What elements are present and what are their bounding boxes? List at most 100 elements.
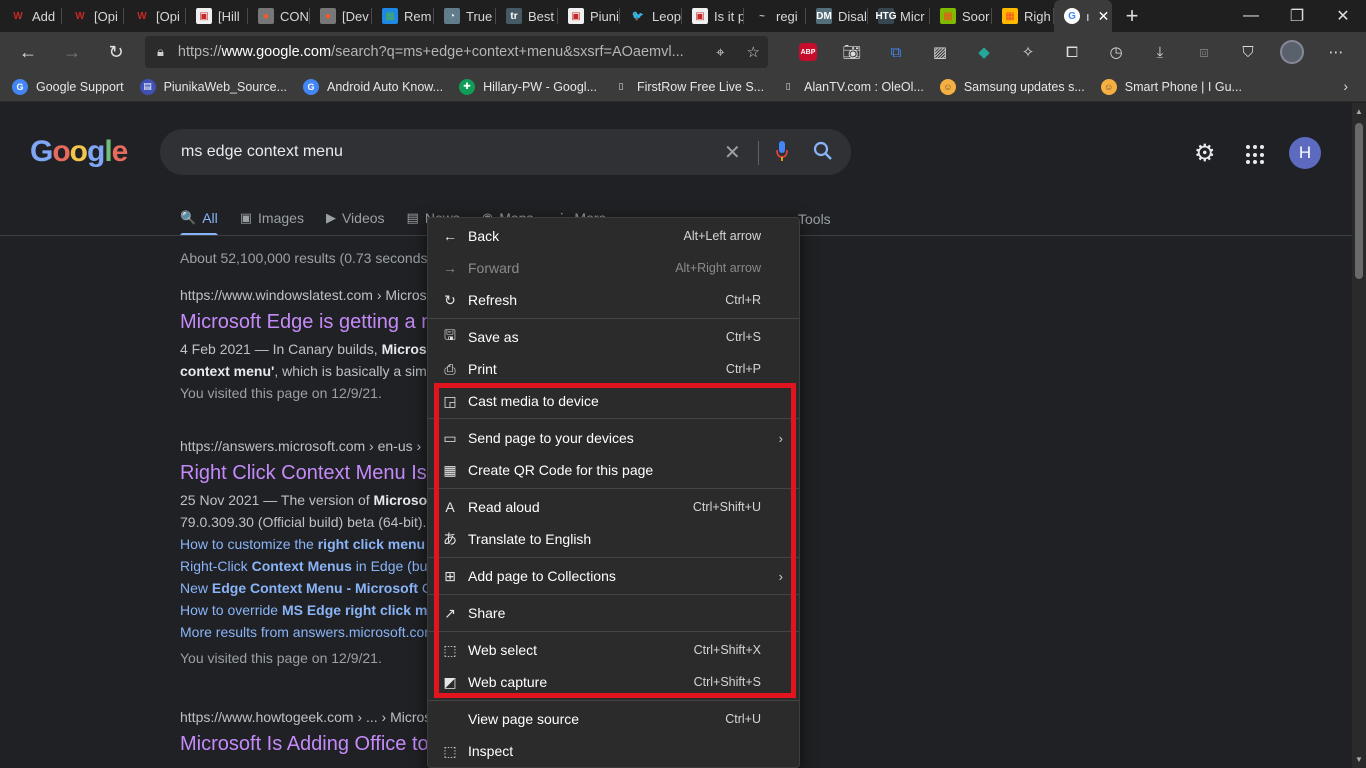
settings-gear-icon[interactable]: ⚙ xyxy=(1194,139,1216,168)
tab[interactable]: ▣ [Hill xyxy=(186,0,248,32)
clear-search-icon[interactable]: ✕ xyxy=(724,140,741,165)
add-favorite-icon[interactable]: ☆ xyxy=(747,43,760,61)
translate-extension-button[interactable]: ⧉ xyxy=(874,32,918,72)
tab[interactable]: ▦ Rem xyxy=(372,0,434,32)
favorites-more-icon[interactable]: › xyxy=(1343,78,1348,94)
menu-item-save-as[interactable]: 🖫 Save as Ctrl+S xyxy=(428,321,799,353)
close-window-button[interactable]: ✕ xyxy=(1320,0,1366,32)
forward-button[interactable]: → xyxy=(50,32,94,72)
history-button[interactable]: ◷ xyxy=(1094,32,1138,72)
menu-item-print[interactable]: ⎙ Print Ctrl+P xyxy=(428,353,799,385)
tab[interactable]: ◔ True xyxy=(434,0,496,32)
favorite-item[interactable]: ✚ Hillary-PW - Googl... xyxy=(459,78,597,95)
minimize-button[interactable]: — xyxy=(1228,0,1274,32)
address-bar-actions: ⌖ ☆ xyxy=(716,36,760,68)
tab[interactable]: ● [Dev xyxy=(310,0,372,32)
google-apps-icon[interactable] xyxy=(1246,145,1266,165)
tab[interactable]: ~ regi xyxy=(744,0,806,32)
extensions-button[interactable]: ✧ xyxy=(1006,32,1050,72)
favorite-item[interactable]: ▤ PiunikaWeb_Source... xyxy=(139,78,287,95)
tab[interactable]: ▦ Righ xyxy=(992,0,1054,32)
scroll-up-icon[interactable]: ▲ xyxy=(1355,107,1363,116)
tab-label: Disal xyxy=(838,8,867,24)
search-icon[interactable] xyxy=(812,140,834,162)
favorite-item[interactable]: ▯ FirstRow Free Live S... xyxy=(613,79,765,95)
tab[interactable]: tr Best xyxy=(496,0,558,32)
tab[interactable]: W Add xyxy=(0,0,62,32)
page-scrollbar[interactable]: ▲ ▼ xyxy=(1352,103,1366,768)
favorite-item[interactable]: G Google Support xyxy=(12,78,124,95)
settings-more-button[interactable]: ⋯ xyxy=(1314,32,1358,72)
tab[interactable]: DM Disal xyxy=(806,0,868,32)
close-tab-icon[interactable]: ✕ xyxy=(1098,8,1110,25)
scroll-down-icon[interactable]: ▼ xyxy=(1355,755,1363,764)
menu-item-web-capture[interactable]: ◩ Web capture Ctrl+Shift+S xyxy=(428,666,799,698)
adblock-plus-button[interactable]: ABP xyxy=(786,32,830,72)
back-button[interactable]: ← xyxy=(6,32,50,72)
tab[interactable]: ▦ Soor xyxy=(930,0,992,32)
profile-button[interactable] xyxy=(1270,32,1314,72)
menu-separator xyxy=(428,418,799,419)
menu-item-cast-media-to-device[interactable]: ◲ Cast media to device xyxy=(428,385,799,417)
menu-item-add-page-to-collections[interactable]: ⊞ Add page to Collections › xyxy=(428,560,799,592)
image-extension-button[interactable]: ▨ xyxy=(918,32,962,72)
translate-icon: あ xyxy=(443,531,457,547)
tab[interactable]: W [Opi xyxy=(62,0,124,32)
profile-avatar xyxy=(1280,40,1304,64)
scroll-thumb[interactable] xyxy=(1355,123,1363,279)
google-logo[interactable]: Google xyxy=(30,135,128,169)
downloads-button[interactable]: ⤓ xyxy=(1138,32,1182,72)
tab-active[interactable]: G ı ✕ xyxy=(1054,0,1112,32)
tab[interactable]: HTG Micr xyxy=(868,0,930,32)
tab-all[interactable]: 🔍 All xyxy=(180,201,218,236)
user-avatar[interactable]: H xyxy=(1289,137,1321,169)
menu-item-share[interactable]: ↗ Share xyxy=(428,597,799,629)
favorite-item[interactable]: ☺ Samsung updates s... xyxy=(939,78,1085,95)
menu-item-label: Cast media to device xyxy=(468,393,599,409)
tools-button[interactable]: Tools xyxy=(798,211,831,227)
tab[interactable]: ● CON xyxy=(248,0,310,32)
search-input[interactable]: ms edge context menu ✕ xyxy=(160,129,851,175)
menu-item-send-page-to-your-devices[interactable]: ▭ Send page to your devices › xyxy=(428,422,799,454)
menu-item-read-aloud[interactable]: A Read aloud Ctrl+Shift+U xyxy=(428,491,799,523)
favorite-item[interactable]: ▯ AlanTV.com : OleOl... xyxy=(780,79,924,95)
menu-item-view-page-source[interactable]: View page source Ctrl+U xyxy=(428,703,799,735)
menu-item-create-qr-code-for-this-page[interactable]: ▦ Create QR Code for this page xyxy=(428,454,799,486)
collections-button[interactable]: ⧠ xyxy=(1050,32,1094,72)
google-icon: G xyxy=(1064,8,1080,24)
restore-button[interactable]: ❐ xyxy=(1274,0,1320,32)
menu-item-forward: → Forward Alt+Right arrow xyxy=(428,252,799,284)
tab-videos[interactable]: ▶ Videos xyxy=(326,201,385,235)
split-screen-button[interactable]: ⧈ xyxy=(1182,32,1226,72)
arrow-right-icon: → xyxy=(63,41,81,62)
location-icon[interactable]: ⌖ xyxy=(716,44,724,61)
tab[interactable]: W [Opi xyxy=(124,0,186,32)
window-controls: — ❐ ✕ xyxy=(1228,0,1366,32)
menu-item-translate-to-english[interactable]: あ Translate to English xyxy=(428,523,799,555)
menu-item-inspect[interactable]: ⬚ Inspect xyxy=(428,735,799,767)
logo-letter: g xyxy=(87,135,105,168)
menu-item-web-select[interactable]: ⬚ Web select Ctrl+Shift+X xyxy=(428,634,799,666)
tab-images[interactable]: ▣ Images xyxy=(240,201,304,235)
tab-label: Piuni xyxy=(590,8,619,24)
tab[interactable]: 🐦 Leop xyxy=(620,0,682,32)
favorite-item[interactable]: ☺ Smart Phone | I Gu... xyxy=(1100,78,1242,95)
voice-search-icon[interactable] xyxy=(775,140,789,162)
menu-item-back[interactable]: ← Back Alt+Left arrow xyxy=(428,220,799,252)
vpn-extension-button[interactable]: ◆ xyxy=(962,32,1006,72)
favorite-item[interactable]: G Android Auto Know... xyxy=(303,78,443,95)
send-to-device-icon: ▭ xyxy=(443,429,457,446)
browser-essentials-button[interactable]: ⛉ xyxy=(1226,32,1270,72)
refresh-button[interactable]: ↻ xyxy=(94,32,138,72)
address-bar[interactable]: 🔒︎ https://www.google.com/search?q=ms+ed… xyxy=(145,36,768,68)
tab[interactable]: ▣ Is it p xyxy=(682,0,744,32)
logo-letter: o xyxy=(69,135,88,168)
snippet-text: 4 Feb 2021 — In Canary builds, xyxy=(180,341,382,357)
snippet-bold: Micros xyxy=(381,341,427,357)
snippet-bold: context menu' xyxy=(180,363,275,379)
camera-extension-button[interactable]: 📷︎ xyxy=(830,32,874,72)
menu-item-refresh[interactable]: ↻ Refresh Ctrl+R xyxy=(428,284,799,316)
tab[interactable]: ▣ Piuni xyxy=(558,0,620,32)
new-tab-button[interactable]: + xyxy=(1112,0,1152,32)
tab-label: Leop xyxy=(652,8,681,24)
